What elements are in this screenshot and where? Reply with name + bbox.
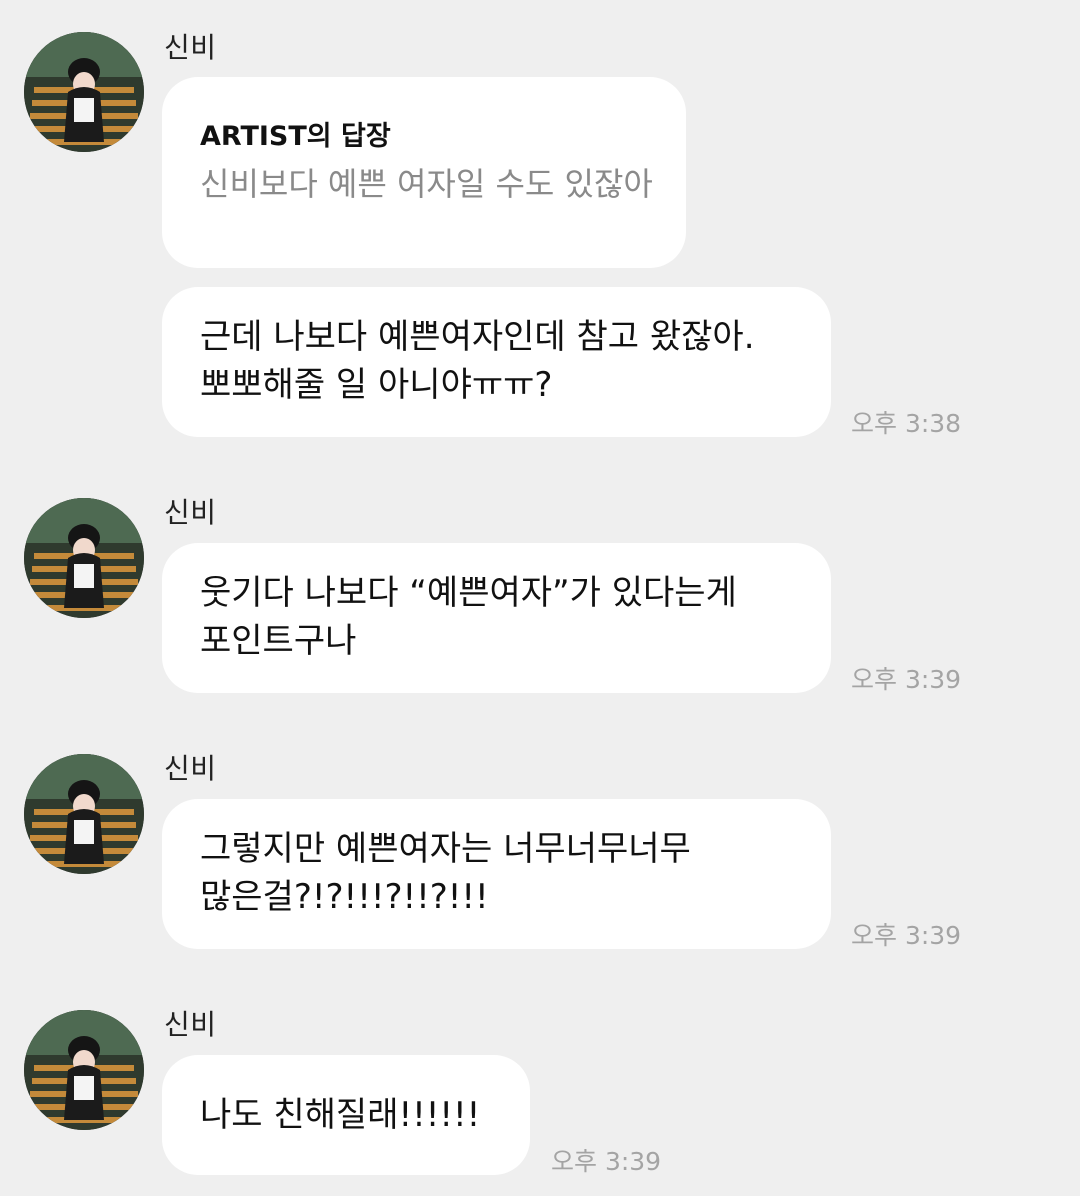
reply-bubble[interactable]: ARTIST의 답장 신비보다 예쁜 여자일 수도 있잖아: [162, 77, 686, 268]
sender-name: 신비: [164, 496, 217, 529]
message-text-line: 근데 나보다 예쁜여자인데 참고 왔잖아.: [200, 317, 755, 357]
message-bubble[interactable]: 그렇지만 예쁜여자는 너무너무너무 많은걸?!?!!!?!!?!!!: [162, 799, 831, 949]
message-bubble[interactable]: 웃기다 나보다 “예쁜여자”가 있다는게 포인트구나: [162, 543, 831, 693]
avatar[interactable]: [24, 498, 144, 618]
profile-photo-icon: [24, 32, 144, 152]
message-timestamp: 오후 3:39: [851, 921, 962, 950]
message-text-line: 뽀뽀해줄 일 아니야ㅠㅠ?: [200, 365, 553, 405]
sender-name: 신비: [164, 752, 217, 785]
avatar[interactable]: [24, 1010, 144, 1130]
message-text-line: 웃기다 나보다 “예쁜여자”가 있다는게: [200, 573, 737, 613]
message-text-line: 나도 친해질래!!!!!!: [200, 1095, 481, 1135]
message-timestamp: 오후 3:38: [851, 409, 962, 438]
message-text-line: 많은걸?!?!!!?!!?!!!: [200, 877, 489, 917]
message-bubble[interactable]: 나도 친해질래!!!!!!: [162, 1055, 530, 1175]
reply-quoted-text: 신비보다 예쁜 여자일 수도 있잖아: [200, 165, 653, 203]
message-timestamp: 오후 3:39: [551, 1147, 662, 1176]
message-text-line: 그렇지만 예쁜여자는 너무너무너무: [200, 829, 691, 869]
avatar[interactable]: [24, 32, 144, 152]
message-timestamp: 오후 3:39: [851, 665, 962, 694]
message-text-line: 포인트구나: [200, 621, 357, 661]
reply-title: ARTIST의 답장: [200, 121, 391, 152]
profile-photo-icon: [24, 1010, 144, 1130]
sender-name: 신비: [164, 31, 217, 64]
message-bubble[interactable]: 근데 나보다 예쁜여자인데 참고 왔잖아. 뽀뽀해줄 일 아니야ㅠㅠ?: [162, 287, 831, 437]
sender-name: 신비: [164, 1008, 217, 1041]
profile-photo-icon: [24, 498, 144, 618]
profile-photo-icon: [24, 754, 144, 874]
avatar[interactable]: [24, 754, 144, 874]
